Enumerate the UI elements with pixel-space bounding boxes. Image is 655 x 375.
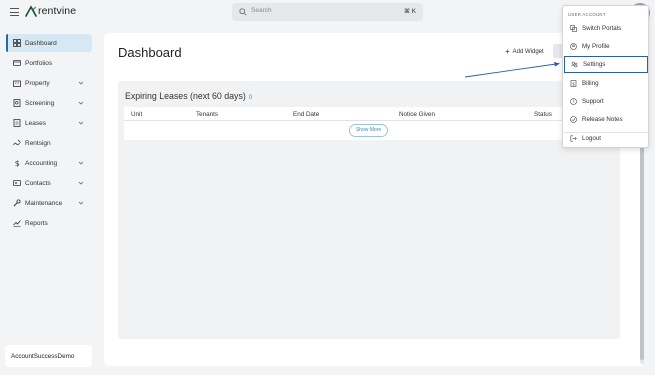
sidebar: Dashboard Portfolios Property Screening … xyxy=(0,26,100,375)
settings-icon xyxy=(571,61,578,68)
account-name: AccountSuccessDemo xyxy=(11,352,75,360)
profile-icon xyxy=(570,43,577,50)
leases-icon xyxy=(13,119,21,127)
chevron-down-icon xyxy=(78,121,84,125)
menu-item-label: Switch Portals xyxy=(582,25,622,32)
chevron-down-icon xyxy=(78,81,84,85)
plus-icon: + xyxy=(505,47,510,56)
wrench-icon xyxy=(13,199,21,207)
sidebar-item-label: Maintenance xyxy=(25,199,63,207)
menu-item-label: Billing xyxy=(582,80,599,87)
logo[interactable]: rentvine xyxy=(25,5,76,17)
search-placeholder: Search xyxy=(251,7,272,14)
sidebar-item-dashboard[interactable]: Dashboard xyxy=(6,34,92,52)
sidebar-item-property[interactable]: Property xyxy=(6,74,92,92)
svg-text:$: $ xyxy=(572,82,575,88)
widget-title-text: Expiring Leases (next 60 days) xyxy=(125,91,246,101)
show-more-button[interactable]: Show More xyxy=(349,123,388,137)
logout-icon xyxy=(570,135,577,142)
dollar-icon: $ xyxy=(13,159,21,167)
menu-item-my-profile[interactable]: My Profile xyxy=(564,38,648,55)
table-header: Unit Tenants End Date Notice Given Statu… xyxy=(124,107,614,121)
column-header-status[interactable]: Status xyxy=(534,111,552,118)
widget-title: Expiring Leases (next 60 days) 0 xyxy=(125,91,252,101)
menu-item-label: Support xyxy=(582,98,604,105)
expiring-leases-table: Unit Tenants End Date Notice Given Statu… xyxy=(124,107,614,140)
menu-header: USER ACCOUNT xyxy=(568,12,606,17)
sidebar-item-label: Property xyxy=(25,79,50,87)
sidebar-item-portfolios[interactable]: Portfolios xyxy=(6,54,92,72)
portfolio-icon xyxy=(13,59,21,67)
menu-item-label: My Profile xyxy=(582,43,610,50)
sidebar-item-label: Accounting xyxy=(25,159,58,167)
chevron-down-icon xyxy=(78,161,84,165)
sidebar-item-leases[interactable]: Leases xyxy=(6,114,92,132)
reports-icon xyxy=(13,219,21,227)
search-input[interactable]: Search ⌘ K xyxy=(232,3,423,21)
search-icon xyxy=(239,8,247,16)
sidebar-item-screening[interactable]: Screening xyxy=(6,94,92,112)
rentvine-logo-icon xyxy=(25,5,37,17)
widget-count: 0 xyxy=(248,95,253,101)
menu-item-label: Logout xyxy=(582,135,601,142)
menu-item-support[interactable]: ? Support xyxy=(564,93,648,110)
sidebar-item-label: Contacts xyxy=(25,179,51,187)
menu-item-settings[interactable]: Settings xyxy=(564,56,648,73)
contacts-icon xyxy=(13,179,21,187)
sidebar-item-contacts[interactable]: Contacts xyxy=(6,174,92,192)
sidebar-item-label: Reports xyxy=(25,219,48,227)
menu-item-label: Release Notes xyxy=(582,116,623,123)
sidebar-item-label: Portfolios xyxy=(25,59,53,67)
sidebar-item-reports[interactable]: Reports xyxy=(6,214,92,232)
add-widget-label: Add Widget xyxy=(512,48,544,55)
sidebar-item-label: Screening xyxy=(25,99,55,107)
screening-icon xyxy=(13,99,21,107)
sidebar-item-rentsign[interactable]: Rentsign xyxy=(6,134,92,152)
expiring-leases-widget: Expiring Leases (next 60 days) 0 Unit Ten… xyxy=(118,81,620,339)
menu-item-label: Settings xyxy=(583,61,606,68)
switch-portals-icon xyxy=(570,25,577,32)
top-bar: rentvine Search ⌘ K xyxy=(0,0,655,26)
rentsign-icon xyxy=(13,139,21,147)
search-shortcut: ⌘ K xyxy=(404,8,416,15)
chevron-down-icon xyxy=(78,181,84,185)
support-icon: ? xyxy=(570,98,577,105)
page-title: Dashboard xyxy=(118,45,182,60)
billing-icon: $ xyxy=(570,80,577,87)
table-footer: Show More xyxy=(124,121,614,140)
svg-text:$: $ xyxy=(15,159,20,167)
column-header-unit[interactable]: Unit xyxy=(131,111,142,118)
menu-item-switch-portals[interactable]: Switch Portals xyxy=(564,20,648,37)
account-switcher[interactable]: AccountSuccessDemo xyxy=(5,345,92,367)
sidebar-item-label: Rentsign xyxy=(25,139,51,147)
sidebar-item-accounting[interactable]: $ Accounting xyxy=(6,154,92,172)
dashboard-icon xyxy=(13,39,21,47)
sidebar-item-maintenance[interactable]: Maintenance xyxy=(6,194,92,212)
column-header-end-date[interactable]: End Date xyxy=(293,111,319,118)
release-notes-icon xyxy=(570,116,577,123)
menu-item-logout[interactable]: Logout xyxy=(564,130,648,147)
sidebar-item-label: Leases xyxy=(25,119,46,127)
chevron-down-icon xyxy=(78,101,84,105)
column-header-tenants[interactable]: Tenants xyxy=(196,111,218,118)
menu-item-release-notes[interactable]: Release Notes xyxy=(564,111,648,128)
annotation-arrow xyxy=(464,62,560,78)
add-widget-button[interactable]: + Add Widget xyxy=(505,47,544,56)
user-account-menu: USER ACCOUNT Switch Portals My Profile S… xyxy=(562,5,649,148)
hamburger-menu-icon[interactable] xyxy=(10,8,19,16)
menu-item-billing[interactable]: $ Billing xyxy=(564,75,648,92)
chevron-down-icon xyxy=(78,201,84,205)
column-header-notice-given[interactable]: Notice Given xyxy=(399,111,435,118)
logo-text: rentvine xyxy=(38,5,77,17)
property-icon xyxy=(13,79,21,87)
sidebar-item-label: Dashboard xyxy=(25,39,57,47)
